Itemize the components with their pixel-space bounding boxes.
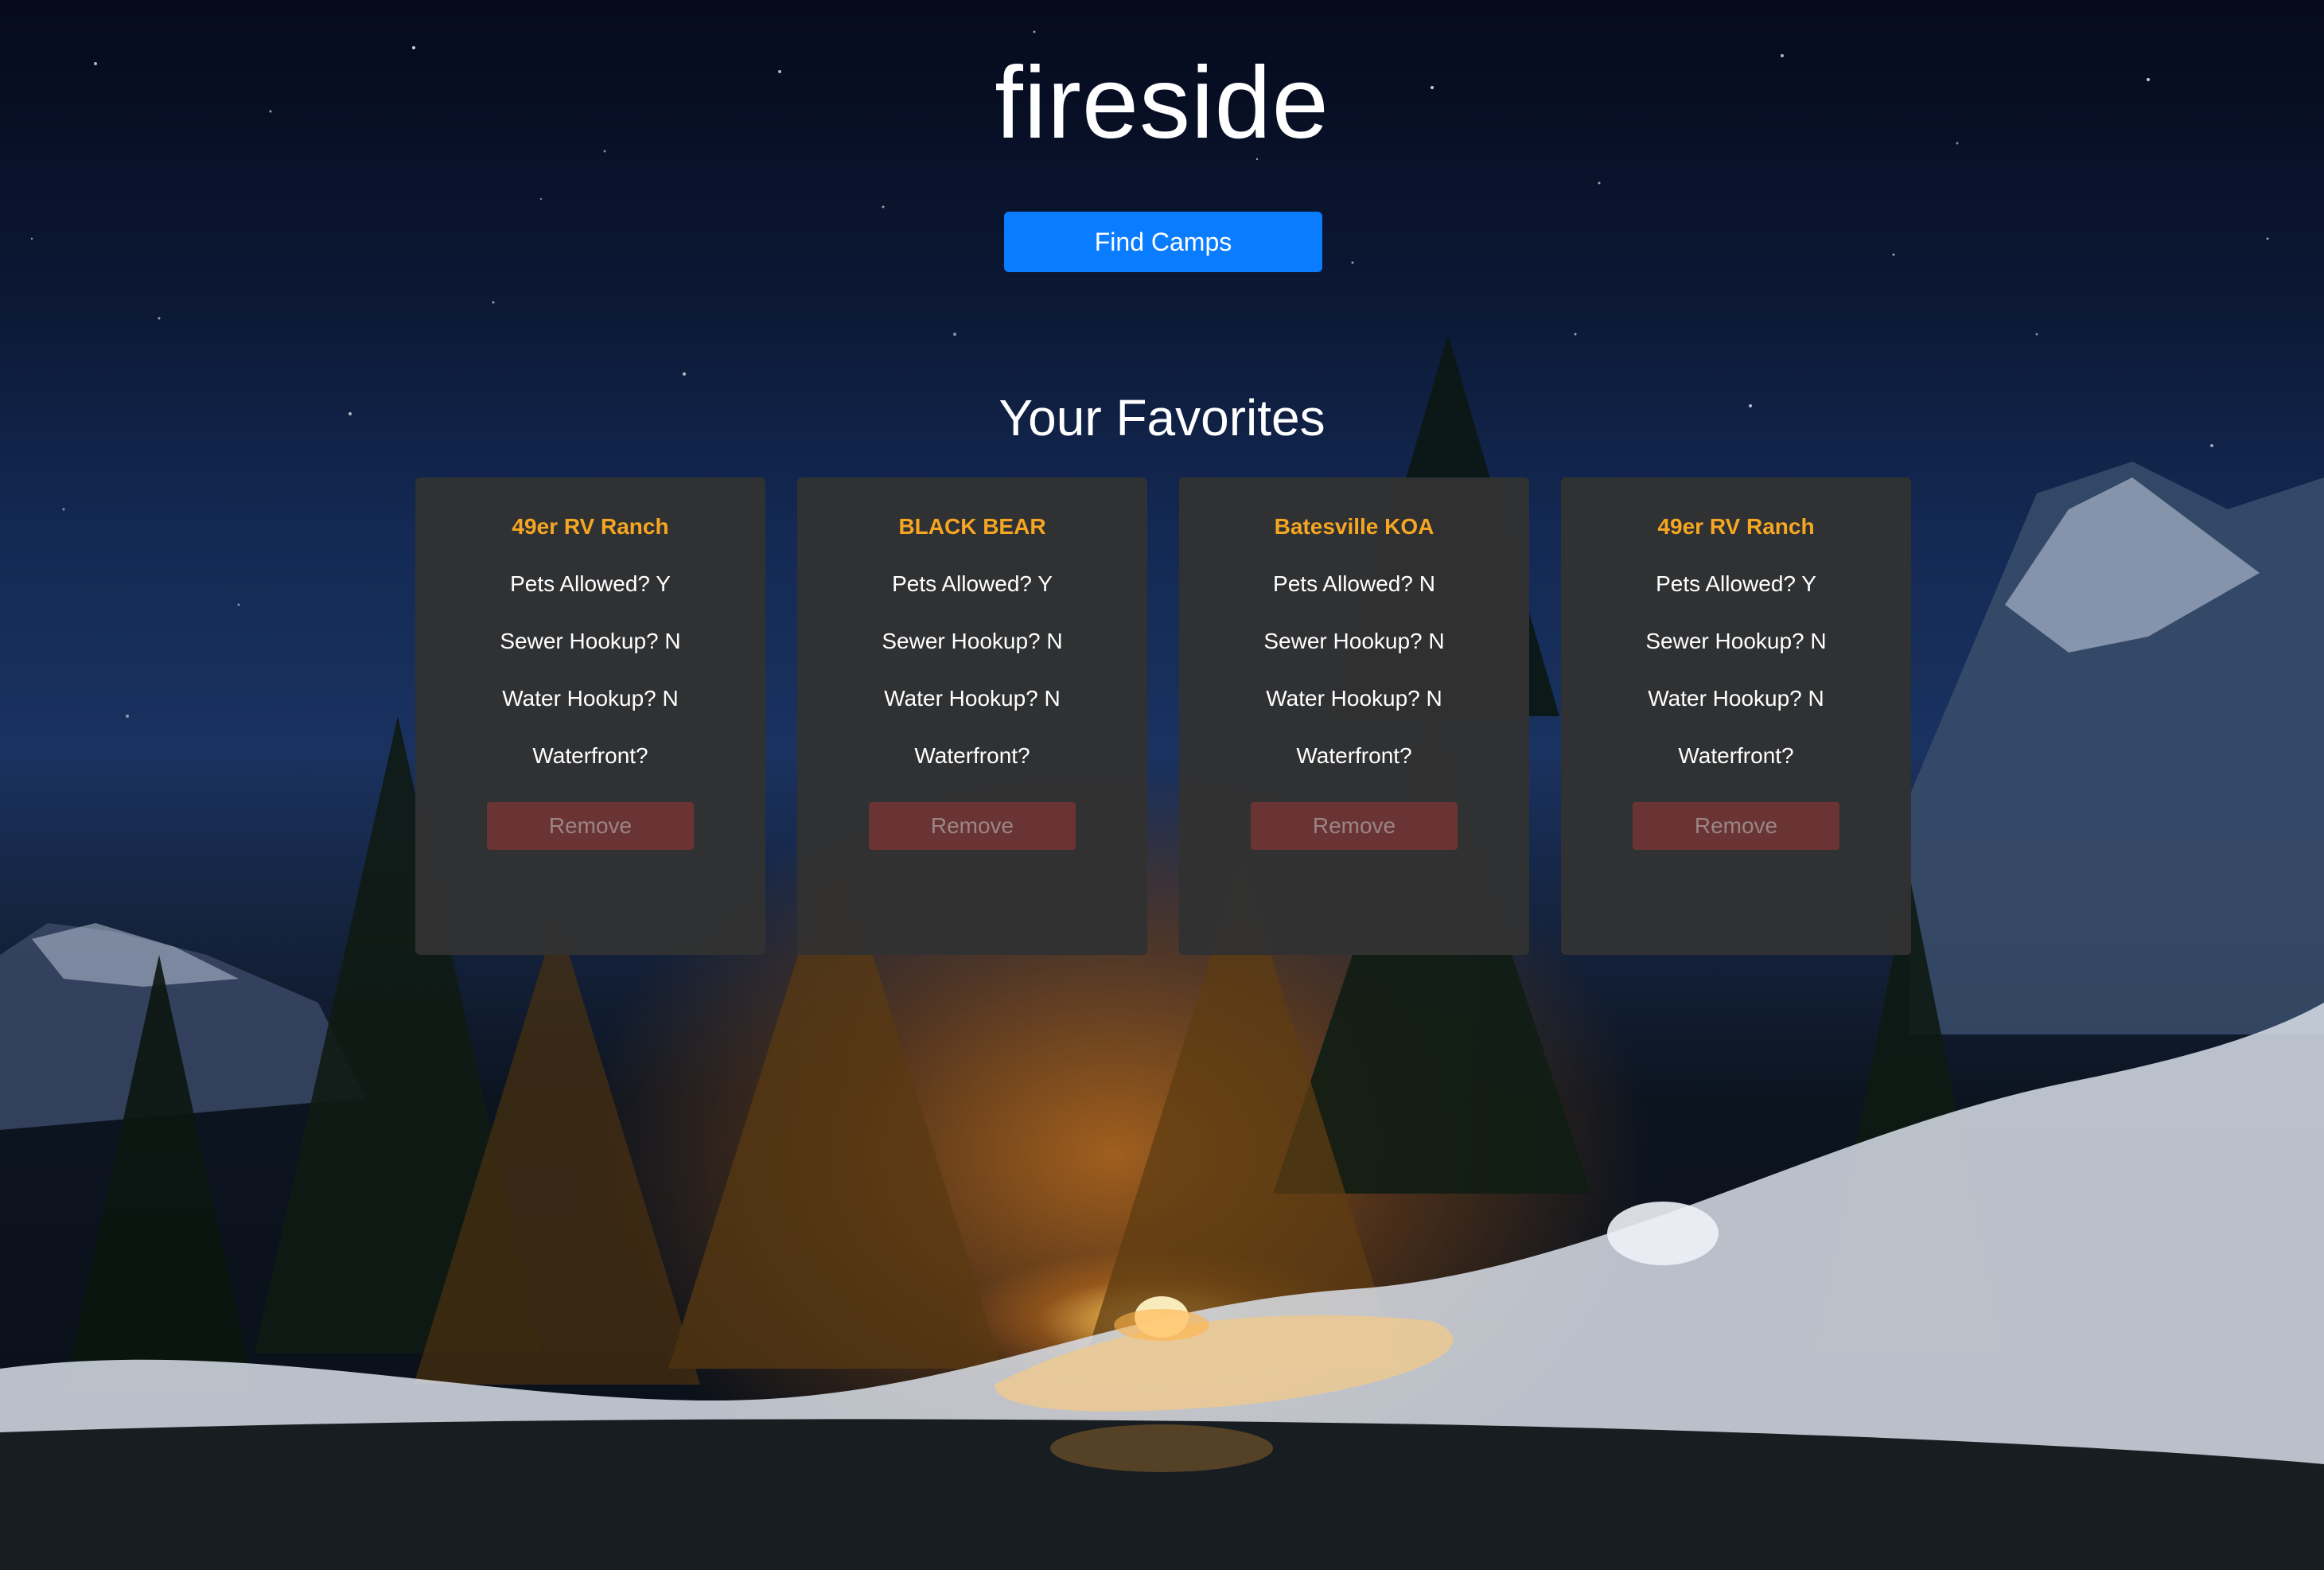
water-hookup: Water Hookup? N	[502, 686, 679, 711]
favorite-card: 49er RV Ranch Pets Allowed? Y Sewer Hook…	[1561, 477, 1911, 955]
remove-button[interactable]: Remove	[487, 802, 694, 850]
favorite-card: Batesville KOA Pets Allowed? N Sewer Hoo…	[1179, 477, 1529, 955]
sewer-hookup: Sewer Hookup? N	[882, 629, 1063, 653]
favorites-list: 49er RV Ranch Pets Allowed? Y Sewer Hook…	[415, 477, 1911, 955]
remove-button[interactable]: Remove	[869, 802, 1076, 850]
water-hookup: Water Hookup? N	[1648, 686, 1824, 711]
pets-allowed: Pets Allowed? Y	[510, 571, 671, 596]
pets-allowed: Pets Allowed? Y	[1656, 571, 1816, 596]
camp-name: 49er RV Ranch	[1657, 514, 1815, 539]
waterfront: Waterfront?	[532, 743, 648, 768]
pets-allowed: Pets Allowed? Y	[892, 571, 1053, 596]
water-hookup: Water Hookup? N	[1266, 686, 1442, 711]
camp-name: Batesville KOA	[1274, 514, 1434, 539]
camp-name: BLACK BEAR	[898, 514, 1046, 539]
favorites-heading: Your Favorites	[999, 389, 1325, 446]
waterfront: Waterfront?	[1296, 743, 1412, 768]
sewer-hookup: Sewer Hookup? N	[500, 629, 681, 653]
sewer-hookup: Sewer Hookup? N	[1645, 629, 1827, 653]
lake	[0, 1419, 2324, 1570]
campfire	[1114, 1296, 1209, 1341]
waterfront: Waterfront?	[914, 743, 1030, 768]
find-camps-button[interactable]: Find Camps	[1004, 212, 1322, 272]
waterfront: Waterfront?	[1678, 743, 1794, 768]
remove-button[interactable]: Remove	[1251, 802, 1458, 850]
favorite-card: BLACK BEAR Pets Allowed? Y Sewer Hookup?…	[797, 477, 1147, 955]
remove-button[interactable]: Remove	[1633, 802, 1839, 850]
pets-allowed: Pets Allowed? N	[1273, 571, 1435, 596]
app-title: fireside	[995, 46, 1329, 160]
sewer-hookup: Sewer Hookup? N	[1263, 629, 1445, 653]
water-hookup: Water Hookup? N	[884, 686, 1061, 711]
snow	[0, 1003, 2324, 1570]
camp-name: 49er RV Ranch	[512, 514, 669, 539]
favorite-card: 49er RV Ranch Pets Allowed? Y Sewer Hook…	[415, 477, 765, 955]
